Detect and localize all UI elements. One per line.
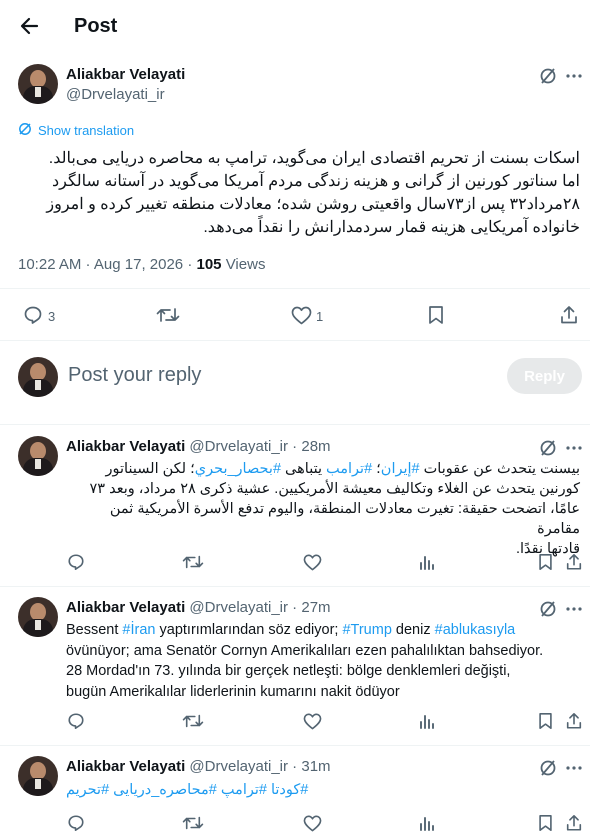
reply-line: بيسنت يتحدث عن عقوبات #إيران؛ #ترامب يتب… — [105, 461, 580, 477]
author-name[interactable]: Aliakbar Velayati — [66, 66, 185, 83]
reply-icon[interactable] — [22, 304, 44, 326]
author-name[interactable]: Aliakbar Velayati — [66, 758, 185, 775]
more-icon[interactable] — [564, 599, 584, 619]
page-title: Post — [74, 15, 118, 37]
grok-icon[interactable] — [538, 758, 558, 778]
reply-line: övünüyor; ama Senatör Cornyn Amerikalıla… — [66, 642, 544, 659]
reply-text: بيسنت يتحدث عن عقوبات #إيران؛ #ترامب يتب… — [70, 459, 580, 559]
bookmark-icon[interactable] — [535, 552, 555, 572]
views-count: 105 — [196, 256, 222, 273]
back-arrow-icon[interactable] — [16, 12, 42, 40]
reply-icon[interactable] — [66, 813, 86, 833]
show-translation-label: Show translation — [38, 123, 135, 138]
grok-icon[interactable] — [538, 66, 558, 86]
share-icon[interactable] — [564, 552, 584, 572]
more-icon[interactable] — [564, 438, 584, 458]
hashtag-link[interactable]: #بحصار_بحري — [195, 461, 281, 477]
post-time[interactable]: 10:22 AM — [18, 256, 81, 273]
bookmark-icon[interactable] — [535, 813, 555, 833]
repost-icon[interactable] — [155, 304, 181, 326]
divider — [0, 586, 590, 587]
post-line: اما سناتور کورنین از گرانی و هزینه زندگی… — [52, 173, 580, 190]
top-bar: Post — [0, 0, 590, 54]
like-icon[interactable] — [290, 304, 312, 326]
like-icon[interactable] — [302, 813, 322, 833]
author-name[interactable]: Aliakbar Velayati — [66, 438, 185, 455]
reply-hashtags[interactable]: #کودتا #ترامپ #محاصره_دریایی #تحریم — [66, 780, 366, 800]
post-line: خانواده آمریکایی هزینه قمار سردمدارانش ر… — [203, 219, 580, 236]
divider — [0, 340, 590, 341]
hashtag-link[interactable]: #إيران — [381, 461, 420, 477]
reply-button[interactable]: Reply — [507, 358, 582, 394]
composer-avatar[interactable] — [18, 357, 58, 397]
post-text: اسکات بسنت از تحریم اقتصادی ایران می‌گوی… — [10, 147, 580, 239]
share-icon[interactable] — [558, 304, 580, 326]
avatar[interactable] — [18, 64, 58, 104]
separator-dot: · — [288, 438, 302, 455]
reply-line: Bessent #İran yaptırımlarından söz ediyo… — [66, 622, 516, 638]
bookmark-icon[interactable] — [425, 304, 447, 326]
post-age[interactable]: 31m — [301, 758, 330, 775]
post-age[interactable]: 27m — [301, 599, 330, 616]
reply-icon[interactable] — [66, 552, 86, 572]
hashtag-link[interactable]: #Trump — [342, 622, 391, 638]
post-date[interactable]: Aug 17, 2026 — [94, 256, 183, 273]
reply-author: Aliakbar Velayati @Drvelayati_ir · 28m — [66, 438, 331, 455]
post-meta: 10:22 AM · Aug 17, 2026 · 105 Views — [18, 256, 266, 273]
like-icon[interactable] — [302, 711, 322, 731]
reply-count: 3 — [48, 309, 56, 324]
reply-line: 28 Mordad'ın 73. yılında bir gerçek netl… — [66, 663, 511, 679]
author-handle[interactable]: @Drvelayati_ir — [189, 599, 288, 616]
reply-author: Aliakbar Velayati @Drvelayati_ir · 31m — [66, 758, 331, 775]
reply-line: كورنين يتحدث عن الغلاء وتكاليف معيشة الأ… — [89, 481, 580, 497]
divider — [0, 424, 590, 425]
post-line: ۲۸مرداد۳۲ پس از۷۳سال واقعیتی روشن شده؛ م… — [46, 196, 580, 213]
show-translation-link[interactable]: Show translation — [18, 122, 134, 139]
views-label: Views — [225, 256, 266, 273]
divider — [0, 745, 590, 746]
post-line: اسکات بسنت از تحریم اقتصادی ایران می‌گوی… — [48, 150, 580, 167]
reply-input[interactable]: Post your reply — [68, 364, 201, 387]
grok-icon[interactable] — [538, 599, 558, 619]
author-handle[interactable]: @Drvelayati_ir — [66, 86, 165, 103]
translate-icon — [18, 122, 32, 139]
reply-text: Bessent #İran yaptırımlarından söz ediyo… — [66, 620, 582, 702]
separator-dot: · — [288, 599, 302, 616]
more-icon[interactable] — [564, 758, 584, 778]
bookmark-icon[interactable] — [535, 711, 555, 731]
grok-icon[interactable] — [538, 438, 558, 458]
reply-line: bugün Amerikalılar liderlerinin kumarını… — [66, 683, 400, 700]
post-age[interactable]: 28m — [301, 438, 330, 455]
reply-line: قادتها نقدًا. — [515, 541, 580, 557]
like-count: 1 — [316, 309, 324, 324]
reply-line: عامًا، اتضحت حقيقة: تغيرت معادلات المنطق… — [109, 501, 580, 537]
author-handle[interactable]: @Drvelayati_ir — [189, 438, 288, 455]
divider — [0, 288, 590, 289]
repost-icon[interactable] — [182, 813, 204, 833]
more-icon[interactable] — [564, 66, 584, 86]
author-name[interactable]: Aliakbar Velayati — [66, 599, 185, 616]
analytics-icon[interactable] — [417, 552, 437, 572]
author-handle[interactable]: @Drvelayati_ir — [189, 758, 288, 775]
avatar[interactable] — [18, 756, 58, 796]
repost-icon[interactable] — [182, 552, 204, 572]
hashtag-link[interactable]: #ترامب — [326, 461, 372, 477]
analytics-icon[interactable] — [417, 711, 437, 731]
hashtag-link[interactable]: #İran — [122, 622, 155, 638]
share-icon[interactable] — [564, 813, 584, 833]
share-icon[interactable] — [564, 711, 584, 731]
hashtag-link[interactable]: #ablukasıyla — [435, 622, 516, 638]
like-icon[interactable] — [302, 552, 322, 572]
reply-author: Aliakbar Velayati @Drvelayati_ir · 27m — [66, 599, 331, 616]
analytics-icon[interactable] — [417, 813, 437, 833]
separator-dot: · — [288, 758, 302, 775]
avatar[interactable] — [18, 597, 58, 637]
avatar[interactable] — [18, 436, 58, 476]
repost-icon[interactable] — [182, 711, 204, 731]
reply-icon[interactable] — [66, 711, 86, 731]
